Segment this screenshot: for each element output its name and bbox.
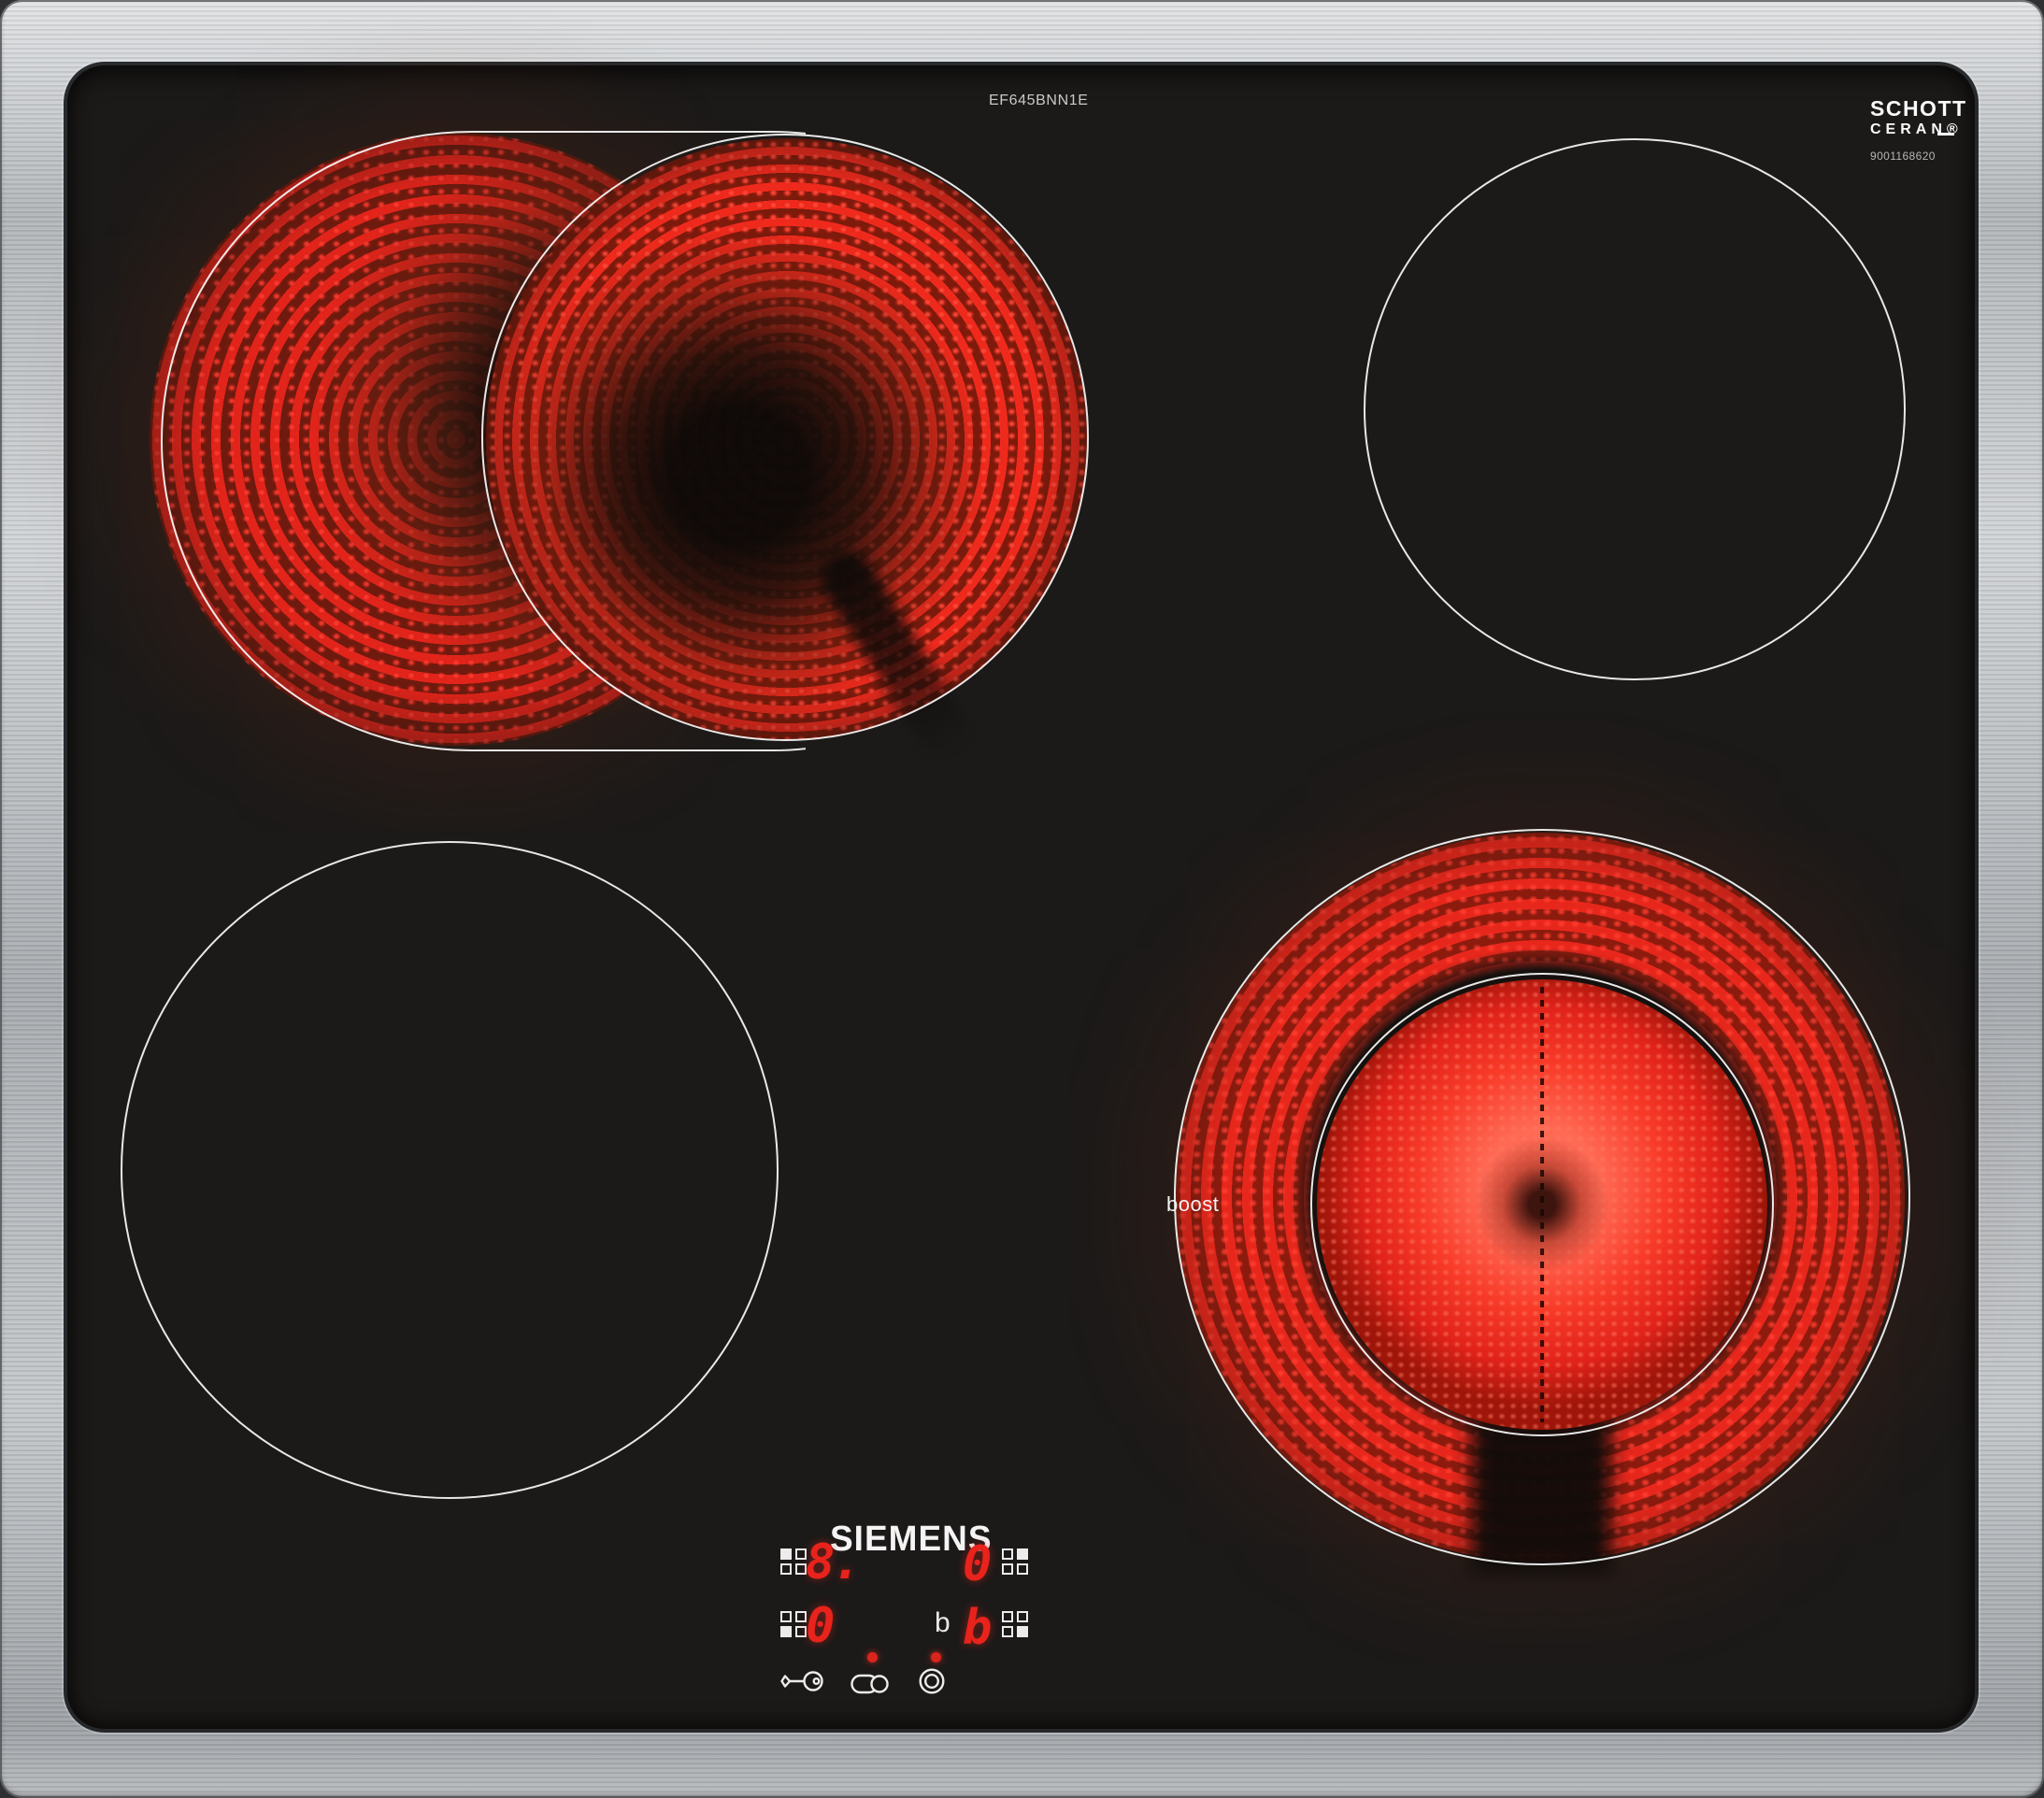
display-front-left: 0 — [806, 1602, 832, 1650]
serial-number-label: 9001168620 — [1870, 150, 1967, 163]
selector-cell — [1002, 1626, 1013, 1637]
oval-zone-icon[interactable] — [850, 1673, 890, 1695]
selector-cell — [1017, 1563, 1028, 1575]
selector-cell — [1017, 1548, 1028, 1560]
schott-logo-underline — [1937, 133, 1954, 136]
selector-cell — [1002, 1611, 1013, 1622]
schott-logo-line1: SCHOTT — [1870, 98, 1967, 120]
display-back-left: 8. — [806, 1538, 859, 1587]
dual-ring-zone-icon[interactable] — [918, 1667, 946, 1695]
cooktop-steel-frame: EF645BNN1E SCHOTT CERAN® 9001168620 boos… — [0, 0, 2044, 1798]
zone-front-right-inner-outline — [1310, 973, 1774, 1436]
display-back-right: 0 — [963, 1540, 989, 1589]
selector-grid-front-left[interactable] — [780, 1611, 807, 1637]
selector-grid-back-right[interactable] — [1002, 1548, 1028, 1575]
ceramic-glass-surface: EF645BNN1E SCHOTT CERAN® 9001168620 boos… — [67, 65, 1975, 1729]
selector-cell — [1002, 1563, 1013, 1575]
zone-front-left-outline — [121, 841, 779, 1499]
display-front-right: b — [963, 1604, 989, 1652]
selector-cell — [780, 1611, 792, 1622]
selector-grid-back-left[interactable] — [780, 1548, 807, 1575]
schott-ceran-logo: SCHOTT CERAN® 9001168620 — [1870, 98, 1967, 163]
model-number-label: EF645BNN1E — [989, 93, 1089, 109]
selector-cell — [780, 1626, 792, 1637]
dual-ring-indicator-led — [931, 1652, 941, 1662]
selector-cell — [1017, 1611, 1028, 1622]
boost-printed-label: b — [935, 1609, 951, 1637]
selector-cell — [780, 1548, 792, 1560]
selector-cell — [780, 1563, 792, 1575]
key-lock-icon[interactable] — [779, 1667, 824, 1695]
zone-back-left-circle-outline — [481, 134, 1089, 741]
zone-back-right-outline — [1364, 138, 1906, 680]
selector-cell — [1002, 1548, 1013, 1560]
extension-indicator-led — [867, 1652, 878, 1662]
selector-cell — [1017, 1626, 1028, 1637]
boost-label: boost — [1166, 1192, 1219, 1217]
selector-grid-front-right[interactable] — [1002, 1611, 1028, 1637]
